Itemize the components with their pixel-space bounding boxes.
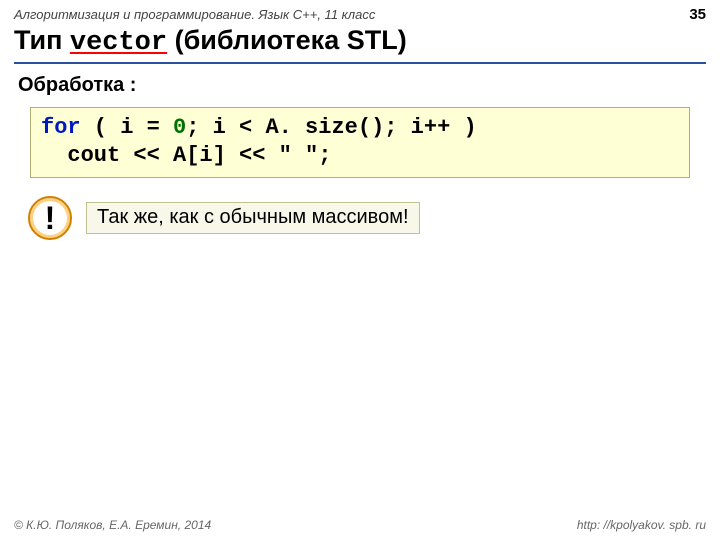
title-code-word: vector: [70, 28, 167, 58]
title-block: Тип vector (библиотека STL): [0, 23, 720, 64]
code-text: ( i =: [81, 115, 173, 140]
exclamation-icon: !: [28, 196, 72, 240]
slide-footer: © К.Ю. Поляков, Е.А. Еремин, 2014 http: …: [0, 518, 720, 532]
page-number: 35: [689, 6, 706, 23]
title-suffix: (библиотека STL): [167, 25, 407, 55]
slide-header: Алгоритмизация и программирование. Язык …: [0, 0, 720, 23]
title-prefix: Тип: [14, 25, 70, 55]
callout: ! Так же, как с обычным массивом!: [28, 196, 720, 240]
code-number-zero: 0: [173, 115, 186, 140]
callout-text: Так же, как с обычным массивом!: [86, 202, 420, 234]
code-block: for ( i = 0; i < A. size(); i++ ) cout <…: [30, 107, 690, 178]
slide-title: Тип vector (библиотека STL): [14, 25, 706, 64]
course-title: Алгоритмизация и программирование. Язык …: [14, 7, 375, 22]
footer-url: http: //kpolyakov. spb. ru: [577, 518, 706, 532]
code-keyword-for: for: [41, 115, 81, 140]
section-heading: Обработка :: [18, 74, 720, 97]
copyright-text: © К.Ю. Поляков, Е.А. Еремин, 2014: [14, 518, 211, 532]
code-text: cout << A[i] <<: [41, 143, 279, 168]
code-text: ; i < A. size(); i++ ): [186, 115, 476, 140]
code-text: ;: [318, 143, 331, 168]
code-string-literal: " ": [279, 143, 319, 168]
